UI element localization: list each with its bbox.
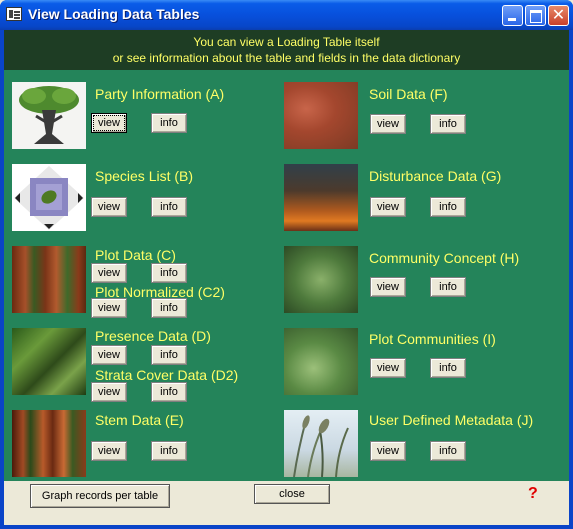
community-concept-view-button[interactable]: view: [370, 277, 406, 297]
client-area: You can view a Loading Table itself or s…: [4, 30, 569, 525]
stem-info-button[interactable]: info: [151, 441, 187, 461]
strata-info-button[interactable]: info: [151, 382, 187, 402]
plot-normalized-view-button[interactable]: view: [91, 298, 127, 318]
soil-image: [284, 82, 358, 149]
party-information-label: Party Information (A): [95, 86, 225, 102]
strata-cover-label: Strata Cover Data (D2): [95, 367, 239, 383]
close-button[interactable]: close: [254, 484, 330, 504]
presence-data-label: Presence Data (D): [95, 328, 211, 344]
plot-info-button[interactable]: info: [151, 263, 187, 283]
user-metadata-info-button[interactable]: info: [430, 441, 466, 461]
grass-image: [284, 410, 358, 478]
plot-communities-info-button[interactable]: info: [430, 358, 466, 378]
jungle-image: [12, 328, 86, 395]
tree-icon: [12, 82, 86, 149]
help-icon[interactable]: ?: [528, 485, 538, 503]
close-icon: ✕: [551, 7, 566, 24]
disturbance-view-button[interactable]: view: [370, 197, 406, 217]
redwood-stems-image: [12, 410, 86, 477]
community-concept-label: Community Concept (H): [369, 250, 520, 266]
party-view-button[interactable]: view: [91, 113, 127, 133]
leaf-icon: [12, 164, 86, 231]
community-concept-info-button[interactable]: info: [430, 277, 466, 297]
form-panel: You can view a Loading Table itself or s…: [4, 30, 569, 481]
species-view-button[interactable]: view: [91, 197, 127, 217]
close-window-button[interactable]: ✕: [548, 5, 569, 26]
user-metadata-label: User Defined Metadata (J): [369, 412, 534, 428]
instructions-header: You can view a Loading Table itself or s…: [4, 30, 569, 70]
fern-image: [284, 246, 358, 313]
plot-view-button[interactable]: view: [91, 263, 127, 283]
fire-image: [284, 164, 358, 231]
maximize-button[interactable]: [525, 5, 546, 26]
fern-image: [284, 328, 358, 395]
stem-view-button[interactable]: view: [91, 441, 127, 461]
presence-view-button[interactable]: view: [91, 345, 127, 365]
minimize-button[interactable]: [502, 5, 523, 26]
title-bar[interactable]: View Loading Data Tables ✕: [0, 0, 573, 30]
graph-records-button[interactable]: Graph records per table: [30, 484, 170, 508]
soil-view-button[interactable]: view: [370, 114, 406, 134]
window-title: View Loading Data Tables: [28, 6, 200, 22]
instructions-line-1: You can view a Loading Table itself: [193, 35, 380, 49]
strata-view-button[interactable]: view: [91, 382, 127, 402]
presence-info-button[interactable]: info: [151, 345, 187, 365]
disturbance-data-label: Disturbance Data (G): [369, 168, 502, 184]
redwood-forest-image: [12, 246, 86, 313]
party-info-button[interactable]: info: [151, 113, 187, 133]
stem-data-label: Stem Data (E): [95, 412, 184, 428]
species-info-button[interactable]: info: [151, 197, 187, 217]
user-metadata-view-button[interactable]: view: [370, 441, 406, 461]
plot-communities-view-button[interactable]: view: [370, 358, 406, 378]
plot-communities-label: Plot Communities (I): [369, 331, 496, 347]
form-icon: [6, 7, 22, 21]
instructions-line-2: or see information about the table and f…: [112, 51, 461, 65]
plot-data-label: Plot Data (C): [95, 247, 176, 263]
soil-data-label: Soil Data (F): [369, 86, 448, 102]
species-list-label: Species List (B): [95, 168, 194, 184]
soil-info-button[interactable]: info: [430, 114, 466, 134]
app-window: View Loading Data Tables ✕ You can view …: [0, 0, 573, 529]
plot-normalized-info-button[interactable]: info: [151, 298, 187, 318]
disturbance-info-button[interactable]: info: [430, 197, 466, 217]
